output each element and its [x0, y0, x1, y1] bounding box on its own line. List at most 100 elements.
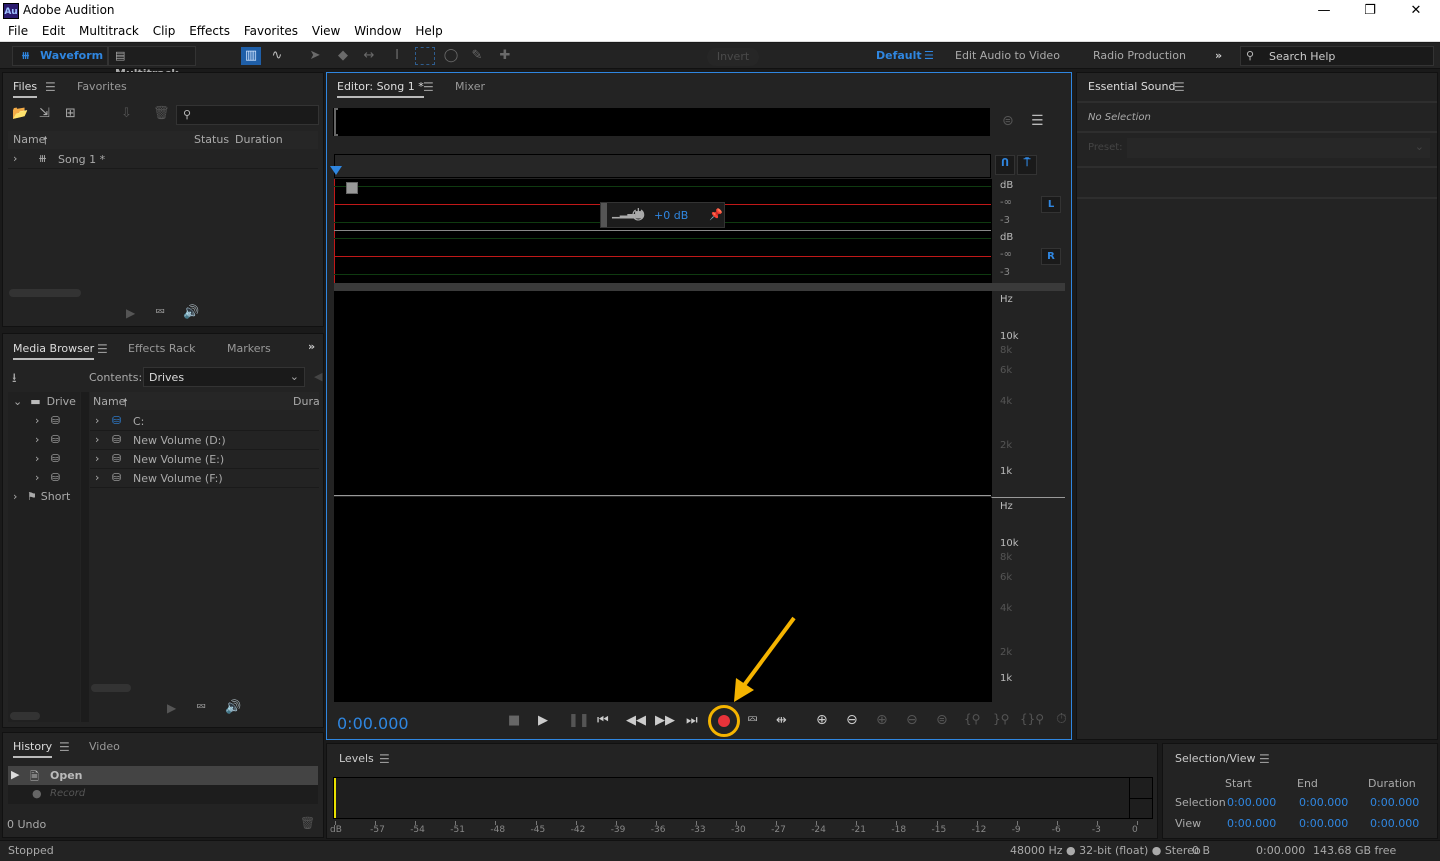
import-icon[interactable]: ⭳ — [12, 369, 17, 391]
loop-icon[interactable]: ⮹ — [196, 700, 206, 715]
new-file-icon[interactable]: ⊞ — [65, 106, 76, 121]
gain-knob-icon[interactable]: ⏻ — [632, 205, 645, 225]
loop-icon[interactable]: ⮹ — [155, 305, 165, 320]
levels-menu-icon[interactable]: ☰ — [379, 752, 390, 766]
pause-icon[interactable]: ❚❚ — [568, 713, 590, 728]
pin-icon[interactable]: 📌 — [709, 208, 723, 221]
insert-into-multitrack-icon[interactable]: ⇩ — [121, 106, 132, 121]
selection-view-menu-icon[interactable]: ☰ — [1259, 752, 1270, 766]
tab-media-browser[interactable]: Media Browser — [13, 342, 95, 360]
razor-tool-icon[interactable]: ◆ — [333, 47, 353, 65]
menu-window[interactable]: Window — [354, 22, 401, 40]
contents-dropdown[interactable]: Drives ⌄ — [143, 367, 305, 387]
zoom-out-full-icon[interactable]: ⊜ — [1002, 113, 1014, 129]
more-panels-icon[interactable]: » — [308, 340, 315, 353]
marquee-tool-icon[interactable] — [415, 47, 435, 65]
record-button[interactable] — [718, 715, 730, 727]
zoom-out-amplitude-icon[interactable]: ⊖ — [846, 712, 858, 728]
playhead-pin-icon[interactable]: ⍑ — [1017, 155, 1037, 175]
track-list-icon[interactable]: ☰ — [1031, 113, 1044, 129]
channel-r-toggle[interactable]: R — [1041, 248, 1061, 265]
files-menu-icon[interactable]: ☰ — [45, 80, 56, 94]
workspace-menu-icon[interactable]: ☰ — [924, 49, 934, 62]
column-duration[interactable]: Duration — [235, 133, 283, 146]
tree-item-shortcuts[interactable]: › ⚑ Short — [13, 490, 70, 503]
workspace-more-icon[interactable]: » — [1215, 49, 1222, 62]
timer-icon[interactable]: ⏱ — [1056, 711, 1067, 727]
file-row[interactable]: › ⧻ Song 1 * — [8, 151, 318, 169]
tab-effects-rack[interactable]: Effects Rack — [128, 342, 195, 355]
play-icon[interactable]: ▶ — [538, 713, 548, 728]
menu-edit[interactable]: Edit — [42, 22, 65, 40]
move-tool-icon[interactable]: ➤ — [305, 47, 325, 65]
tab-editor[interactable]: Editor: Song 1 * — [337, 80, 424, 98]
media-browser-menu-icon[interactable]: ☰ — [97, 342, 108, 356]
stop-icon[interactable]: ■ — [508, 713, 520, 728]
rewind-icon[interactable]: ◀◀ — [626, 713, 646, 728]
zoom-in-amplitude-icon[interactable]: ⊕ — [816, 712, 828, 728]
overview-range-handle[interactable] — [334, 108, 338, 136]
tree-scrollbar[interactable] — [10, 712, 40, 720]
horizontal-scrollbar[interactable] — [9, 289, 81, 297]
hud-drag-handle[interactable] — [601, 203, 607, 227]
tab-favorites[interactable]: Favorites — [77, 80, 127, 93]
tab-markers[interactable]: Markers — [227, 342, 271, 355]
tree-item-c[interactable]: › ⛁ — [35, 414, 60, 427]
brush-tool-icon[interactable]: ✎ — [467, 47, 487, 65]
files-search-input[interactable]: ⚲ — [176, 105, 319, 125]
column-status[interactable]: Status — [194, 133, 229, 146]
workspace-edit-audio-to-video[interactable]: Edit Audio to Video — [955, 49, 1060, 62]
tab-history[interactable]: History — [13, 740, 53, 758]
play-icon[interactable]: ▶ — [167, 701, 176, 715]
collapse-left-icon[interactable]: ◀ — [314, 370, 322, 383]
spectral-display-right[interactable] — [334, 497, 991, 702]
time-selection-tool-icon[interactable]: I — [387, 47, 407, 65]
minimize-button[interactable]: — — [1301, 0, 1347, 22]
import-file-icon[interactable]: ⇲ — [39, 106, 50, 121]
delete-icon[interactable]: 🗑 — [153, 106, 170, 121]
zoom-out-point-icon[interactable]: }⚲ — [993, 712, 1009, 726]
column-name[interactable]: Name — [13, 133, 45, 146]
menu-view[interactable]: View — [312, 22, 340, 40]
preset-dropdown[interactable]: ⌄ — [1127, 138, 1430, 158]
spectral-display-left[interactable] — [334, 291, 991, 496]
multitrack-view-button[interactable]: ▤ Multitrack — [108, 46, 196, 80]
skip-selection-icon[interactable]: ⇹ — [776, 713, 787, 728]
search-help-field[interactable]: ⚲ Search Help — [1240, 46, 1434, 66]
loop-playback-icon[interactable]: ⮹ — [747, 712, 758, 728]
column-name[interactable]: Name — [93, 395, 125, 408]
zoom-out-full-both-icon[interactable]: ⊜ — [936, 712, 948, 728]
expand-icon[interactable]: › — [13, 152, 17, 165]
menu-effects[interactable]: Effects — [189, 22, 230, 40]
tree-item-e[interactable]: › ⛁ — [35, 452, 60, 465]
selection-end[interactable]: 0:00.000 — [1299, 796, 1348, 809]
media-list-item[interactable]: › ⛁ New Volume (F:) — [90, 469, 319, 488]
history-item-record[interactable]: ● Record — [8, 785, 318, 804]
zoom-in-time-icon[interactable]: ⊕ — [876, 712, 888, 728]
zoom-out-time-icon[interactable]: ⊖ — [906, 712, 918, 728]
tab-files[interactable]: Files — [13, 80, 38, 98]
maximize-button[interactable]: ❐ — [1347, 0, 1393, 22]
current-time-display[interactable]: 0:00.000 — [337, 714, 409, 733]
fast-forward-icon[interactable]: ▶▶ — [655, 713, 675, 728]
menu-multitrack[interactable]: Multitrack — [79, 22, 139, 40]
lasso-tool-icon[interactable]: ◯ — [441, 47, 461, 65]
history-item-open[interactable]: ▶ 🗎 Open — [8, 766, 318, 785]
tree-item-f[interactable]: › ⛁ — [35, 471, 60, 484]
timeline-ruler[interactable] — [334, 154, 991, 178]
auto-play-speaker-icon[interactable]: 🔊 — [225, 700, 241, 715]
zoom-in-point-icon[interactable]: {⚲ — [964, 712, 980, 726]
workspace-radio-production[interactable]: Radio Production — [1093, 49, 1186, 62]
view-duration[interactable]: 0:00.000 — [1370, 817, 1419, 830]
overview-bar[interactable] — [333, 108, 990, 136]
waveform-display[interactable]: ▁▂▃▅ ⏻ +0 dB 📌 — [334, 179, 991, 283]
tab-mixer[interactable]: Mixer — [455, 80, 485, 93]
spectral-pitch-icon[interactable]: ∿ — [267, 47, 287, 65]
media-list-item[interactable]: › ⛁ C: — [90, 412, 319, 431]
zoom-selection-icon[interactable]: {}⚲ — [1020, 712, 1044, 726]
essential-sound-menu-icon[interactable]: ☰ — [1174, 80, 1185, 94]
view-end[interactable]: 0:00.000 — [1299, 817, 1348, 830]
delete-history-icon[interactable]: 🗑 — [300, 816, 315, 830]
slip-tool-icon[interactable]: ↔ — [359, 47, 379, 65]
editor-menu-icon[interactable]: ☰ — [423, 80, 434, 94]
